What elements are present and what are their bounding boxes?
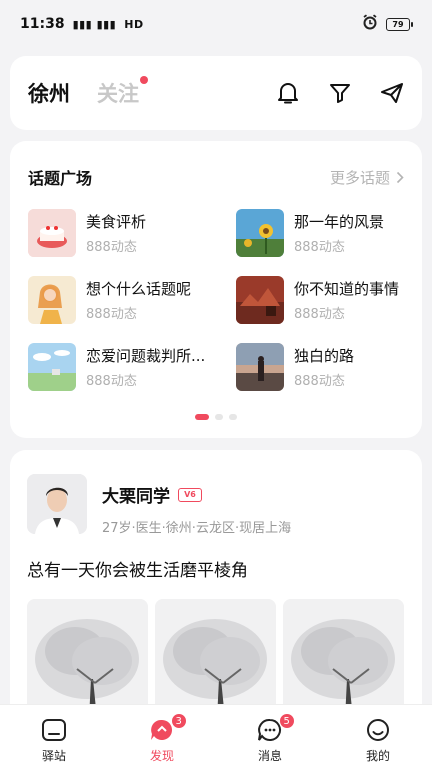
topic-square: 话题广场 更多话题 美食评析 888动态 那一年的风景 888动态 想个什么话题…	[10, 141, 422, 438]
pager-dot[interactable]	[215, 414, 223, 420]
nav-discover[interactable]: 3 发现	[108, 705, 216, 768]
battery-icon: 79	[386, 17, 413, 31]
topic-thumbnail	[236, 343, 284, 391]
topic-count: 888动态	[86, 240, 137, 255]
more-topics-link[interactable]: 更多话题	[330, 167, 404, 188]
status-time: 11:38	[20, 16, 65, 32]
topic-name: 那一年的风景	[294, 213, 385, 231]
post-card[interactable]: 大栗同学 V6 27岁·医生·徐州·云龙区·现居上海 总有一天你会被生活磨平棱角	[10, 450, 422, 730]
avatar[interactable]	[27, 474, 87, 534]
nav-messages[interactable]: 5 消息	[216, 705, 324, 768]
nav-label: 驿站	[41, 749, 66, 763]
topic-item[interactable]: 独白的路 888动态	[236, 343, 412, 391]
topic-name: 独白的路	[294, 347, 355, 365]
nav-label: 发现	[149, 749, 174, 763]
topic-name: 想个什么话题呢	[86, 280, 192, 298]
send-icon[interactable]	[380, 81, 404, 105]
tab-follow-label: 关注	[97, 82, 139, 106]
topic-thumbnail	[28, 209, 76, 257]
more-topics-label: 更多话题	[329, 168, 390, 187]
pager-dot-active[interactable]	[195, 414, 209, 420]
post-text: 总有一天你会被生活磨平棱角	[27, 561, 248, 581]
topic-count: 888动态	[86, 374, 137, 389]
tab-city[interactable]: 徐州	[28, 78, 70, 108]
network-type: HD	[124, 17, 144, 31]
chevron-right-icon	[396, 171, 404, 183]
topic-item[interactable]: 美食评析 888动态	[28, 209, 236, 257]
topic-item[interactable]: 你不知道的事情 888动态	[236, 276, 412, 324]
topic-name: 你不知道的事情	[294, 280, 400, 298]
topic-name: 恋爱问题裁判所...	[86, 347, 206, 365]
status-bar: 11:38 ▮▮▮ ▮▮▮ HD 79	[0, 0, 432, 48]
topic-item[interactable]: 恋爱问题裁判所... 888动态	[28, 343, 236, 391]
topic-count: 888动态	[294, 307, 345, 322]
nav-label: 我的	[365, 749, 390, 763]
author-name[interactable]: 大栗同学	[102, 482, 170, 507]
nav-profile[interactable]: 我的	[324, 705, 432, 768]
header-bar: 徐州 关注	[10, 56, 422, 130]
tab-follow[interactable]: 关注	[97, 76, 148, 108]
topic-thumbnail	[236, 209, 284, 257]
topic-thumbnail	[28, 343, 76, 391]
notification-badge: 3	[170, 713, 187, 729]
filter-icon[interactable]	[328, 81, 352, 105]
topic-thumbnail	[236, 276, 284, 324]
nav-station[interactable]: 驿站	[0, 705, 108, 768]
carousel-pager	[10, 414, 422, 420]
topic-name: 美食评析	[86, 213, 147, 231]
notification-badge: 5	[278, 713, 295, 729]
author-meta: 27岁·医生·徐州·云龙区·现居上海	[102, 521, 292, 536]
topic-count: 888动态	[294, 240, 345, 255]
bell-icon[interactable]	[276, 81, 300, 105]
section-title: 话题广场	[28, 169, 93, 188]
pager-dot[interactable]	[229, 414, 237, 420]
vip-badge: V6	[178, 487, 202, 502]
topic-item[interactable]: 想个什么话题呢 888动态	[28, 276, 236, 324]
signal-icon: ▮▮▮ ▮▮▮	[72, 17, 117, 31]
home-icon	[42, 719, 66, 741]
bottom-nav: 驿站 3 发现 5 消息 我的	[0, 704, 432, 768]
topic-count: 888动态	[86, 307, 137, 322]
topic-thumbnail	[28, 276, 76, 324]
topic-item[interactable]: 那一年的风景 888动态	[236, 209, 412, 257]
smiley-icon	[367, 719, 389, 741]
alarm-icon	[362, 14, 378, 34]
topic-count: 888动态	[294, 374, 345, 389]
unread-dot	[140, 76, 148, 84]
nav-label: 消息	[257, 749, 282, 763]
